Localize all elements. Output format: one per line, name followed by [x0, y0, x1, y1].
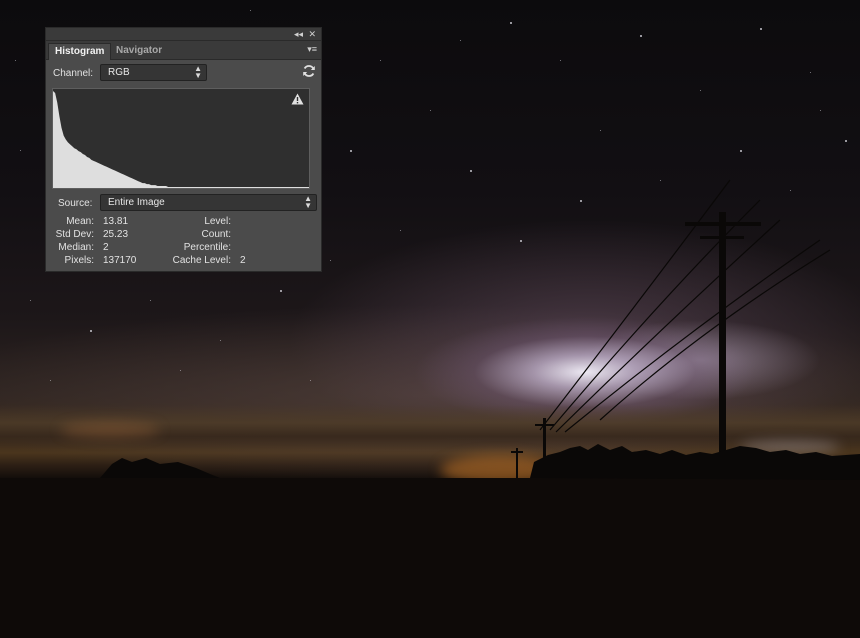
percentile-label: Percentile: [183, 242, 231, 253]
mean-label: Mean: [66, 216, 94, 227]
cache-level-value: 2 [240, 255, 246, 266]
histogram-shape [53, 91, 309, 188]
panel-title-bar[interactable]: ◂◂ ✕ [46, 28, 321, 41]
panel-menu-icon[interactable]: ▾≡ [307, 44, 317, 54]
channel-label: Channel: [53, 68, 94, 79]
tab-navigator[interactable]: Navigator [110, 43, 168, 59]
refresh-icon[interactable] [302, 64, 316, 78]
stepper-arrows-icon: ▲ ▼ [304, 194, 312, 210]
cache-level-label: Cache Level: [172, 255, 231, 266]
channel-select[interactable]: RGB ▲ ▼ [100, 64, 207, 81]
count-label: Count: [201, 229, 231, 240]
close-icon[interactable]: ✕ [308, 28, 316, 40]
source-select[interactable]: Entire Image ▲ ▼ [100, 194, 317, 211]
tab-histogram[interactable]: Histogram [48, 43, 112, 60]
pixels-label: Pixels: [64, 255, 94, 266]
level-label: Level: [204, 216, 231, 227]
std-dev-value: 25.23 [103, 229, 129, 240]
stepper-arrows-icon: ▲ ▼ [194, 64, 202, 80]
median-value: 2 [103, 242, 109, 253]
std-dev-label: Std Dev: [55, 229, 94, 240]
median-label: Median: [58, 242, 94, 253]
histogram-graph [52, 88, 310, 189]
double-chevron-left-icon[interactable]: ◂◂ [294, 28, 303, 40]
source-label: Source: [58, 198, 93, 209]
histogram-plot [53, 91, 309, 188]
panel-tabs: Histogram Navigator ▾≡ [46, 41, 321, 60]
pixels-value: 137170 [103, 255, 137, 266]
source-value: Entire Image [108, 197, 165, 208]
channel-value: RGB [108, 67, 130, 78]
cache-warning-icon[interactable] [291, 93, 304, 105]
histogram-panel: ◂◂ ✕ Histogram Navigator ▾≡ Channel: RGB… [45, 27, 322, 272]
mean-value: 13.81 [103, 216, 129, 227]
